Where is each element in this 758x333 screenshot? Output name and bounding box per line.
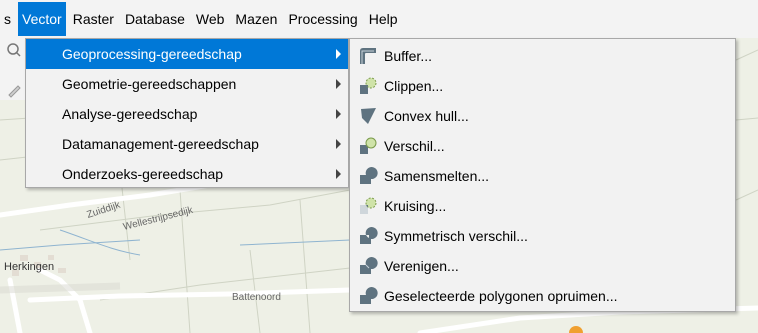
submenu-arrow-icon — [336, 109, 341, 119]
menu-help[interactable]: Help — [365, 2, 402, 36]
menu-vector[interactable]: Vector — [18, 2, 66, 36]
map-label-battenoord: Battenoord — [232, 292, 281, 303]
difference-icon — [360, 137, 377, 154]
menu-settings-partial[interactable]: s — [0, 2, 15, 36]
menu-item-buffer-label: Buffer... — [384, 48, 432, 64]
menu-database[interactable]: Database — [121, 2, 189, 36]
menu-item-difference-label: Verschil... — [384, 138, 445, 154]
menu-mazen[interactable]: Mazen — [231, 2, 281, 36]
menu-item-difference[interactable]: Verschil... — [350, 131, 735, 161]
research-tools-label: Onderzoeks-gereedschap — [62, 166, 224, 182]
geometry-tools[interactable]: Geometrie-gereedschappen — [26, 69, 348, 99]
data-management-tools-label: Datamanagement-gereedschap — [62, 136, 259, 152]
submenu-arrow-icon — [336, 79, 341, 89]
clip-icon — [360, 77, 377, 94]
union-icon — [360, 257, 378, 274]
menu-item-convex-hull[interactable]: Convex hull... — [350, 101, 735, 131]
menu-item-dissolve-label: Samensmelten... — [384, 168, 490, 184]
eliminate-polygons-icon — [360, 287, 378, 304]
menu-raster[interactable]: Raster — [69, 2, 118, 36]
submenu-arrow-icon — [336, 49, 341, 59]
geoprocessing-tools-label: Geoprocessing-gereedschap — [62, 46, 242, 62]
submenu-arrow-icon — [336, 139, 341, 149]
pan-tool-icon[interactable] — [6, 42, 22, 58]
menu-item-convex-hull-label: Convex hull... — [384, 108, 469, 124]
menu-item-symmetrical-difference[interactable]: Symmetrisch verschil... — [350, 221, 735, 251]
edit-tool-icon[interactable] — [6, 82, 22, 98]
map-label-herkingen: Herkingen — [4, 261, 54, 273]
vector-menu-dropdown: Geoprocessing-gereedschap Geometrie-gere… — [25, 38, 349, 188]
buffer-icon — [360, 48, 376, 64]
menu-item-clip-label: Clippen... — [384, 78, 444, 94]
menu-web[interactable]: Web — [192, 2, 229, 36]
menu-item-clip[interactable]: Clippen... — [350, 71, 735, 101]
menu-item-union[interactable]: Verenigen... — [350, 251, 735, 281]
research-tools[interactable]: Onderzoeks-gereedschap — [26, 159, 348, 189]
geometry-tools-label: Geometrie-gereedschappen — [62, 76, 237, 92]
symmetrical-difference-icon — [360, 227, 378, 244]
menu-bar: s Vector Raster Database Web Mazen Proce… — [0, 0, 758, 38]
intersection-icon — [360, 197, 377, 214]
analysis-tools-label: Analyse-gereedschap — [62, 106, 198, 122]
toolbar-fragment — [0, 38, 26, 100]
menu-item-eliminate-polygons-label: Geselecteerde polygonen opruimen... — [384, 288, 618, 304]
menu-item-intersection-label: Kruising... — [384, 198, 447, 214]
menu-item-dissolve[interactable]: Samensmelten... — [350, 161, 735, 191]
menu-item-symmetrical-difference-label: Symmetrisch verschil... — [384, 228, 528, 244]
dissolve-icon — [360, 167, 378, 184]
menu-item-buffer[interactable]: Buffer... — [350, 41, 735, 71]
menu-item-union-label: Verenigen... — [384, 258, 459, 274]
menu-item-eliminate-polygons[interactable]: Geselecteerde polygonen opruimen... — [350, 281, 735, 311]
menu-item-intersection[interactable]: Kruising... — [350, 191, 735, 221]
geoprocessing-submenu: Buffer... Clippen... Convex hull... Vers… — [349, 38, 736, 312]
menu-processing[interactable]: Processing — [284, 2, 361, 36]
data-management-tools[interactable]: Datamanagement-gereedschap — [26, 129, 348, 159]
convex-hull-icon — [361, 108, 376, 124]
submenu-arrow-icon — [336, 169, 341, 179]
geoprocessing-tools[interactable]: Geoprocessing-gereedschap — [26, 39, 348, 69]
analysis-tools[interactable]: Analyse-gereedschap — [26, 99, 348, 129]
